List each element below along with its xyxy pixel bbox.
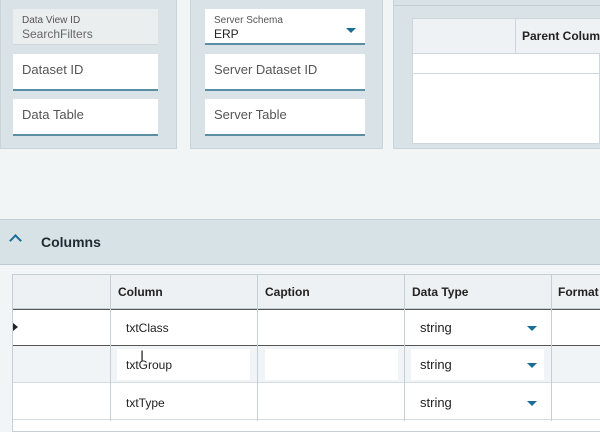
dataset-id-field[interactable]: Dataset ID xyxy=(13,54,158,91)
column-cell[interactable]: txtType xyxy=(126,396,165,410)
data-type-cell[interactable]: string xyxy=(420,320,452,335)
columns-section-header[interactable]: Columns xyxy=(0,219,600,265)
data-table-field[interactable]: Data Table xyxy=(13,99,158,136)
column-divider xyxy=(110,275,111,421)
divider xyxy=(393,5,600,6)
data-view-id-field: Data View ID SearchFilters xyxy=(13,9,158,45)
format-header[interactable]: Format xyxy=(558,285,599,299)
column-divider xyxy=(515,19,516,54)
text-cursor-icon: I xyxy=(140,349,145,365)
data-table-placeholder: Data Table xyxy=(22,107,84,122)
table-row[interactable]: txtType string xyxy=(13,383,600,420)
chevron-up-icon[interactable] xyxy=(9,234,22,247)
column-header[interactable]: Column xyxy=(118,285,163,299)
section-title: Columns xyxy=(41,234,101,250)
server-table-field[interactable]: Server Table xyxy=(205,99,365,136)
column-divider xyxy=(551,275,552,421)
row-pointer-icon xyxy=(13,323,18,331)
caption-header[interactable]: Caption xyxy=(265,285,310,299)
chevron-down-icon[interactable] xyxy=(527,401,537,406)
parent-column-header[interactable]: Parent Column xyxy=(522,29,600,43)
column-divider xyxy=(257,275,258,421)
data-type-cell[interactable]: string xyxy=(420,395,452,410)
server-schema-dropdown[interactable]: Server Schema ERP xyxy=(205,9,365,45)
relations-grid: Parent Column xyxy=(412,18,600,144)
column-cell[interactable]: txtClass xyxy=(126,321,169,335)
table-row[interactable]: txtGroup string xyxy=(13,346,600,383)
data-view-id-label: Data View ID xyxy=(22,15,81,26)
column-divider xyxy=(404,275,405,421)
data-view-id-value: SearchFilters xyxy=(22,27,93,41)
dataset-id-placeholder: Dataset ID xyxy=(22,62,84,77)
data-type-cell[interactable]: string xyxy=(420,357,452,372)
server-table-placeholder: Server Table xyxy=(214,107,287,122)
chevron-down-icon[interactable] xyxy=(527,363,537,368)
data-type-header[interactable]: Data Type xyxy=(412,285,468,299)
caption-input[interactable] xyxy=(265,349,398,380)
server-dataset-id-field[interactable]: Server Dataset ID xyxy=(205,54,365,91)
server-schema-value: ERP xyxy=(214,27,239,41)
server-schema-label: Server Schema xyxy=(214,15,283,26)
server-dataset-id-placeholder: Server Dataset ID xyxy=(214,62,318,77)
chevron-down-icon[interactable] xyxy=(346,28,356,33)
table-row[interactable] xyxy=(413,54,600,74)
chevron-down-icon[interactable] xyxy=(527,326,537,331)
columns-grid: Column Caption Data Type Format txtClass… xyxy=(12,274,600,432)
table-row[interactable]: txtClass string xyxy=(13,309,600,346)
column-cell[interactable]: txtGroup xyxy=(126,358,172,372)
